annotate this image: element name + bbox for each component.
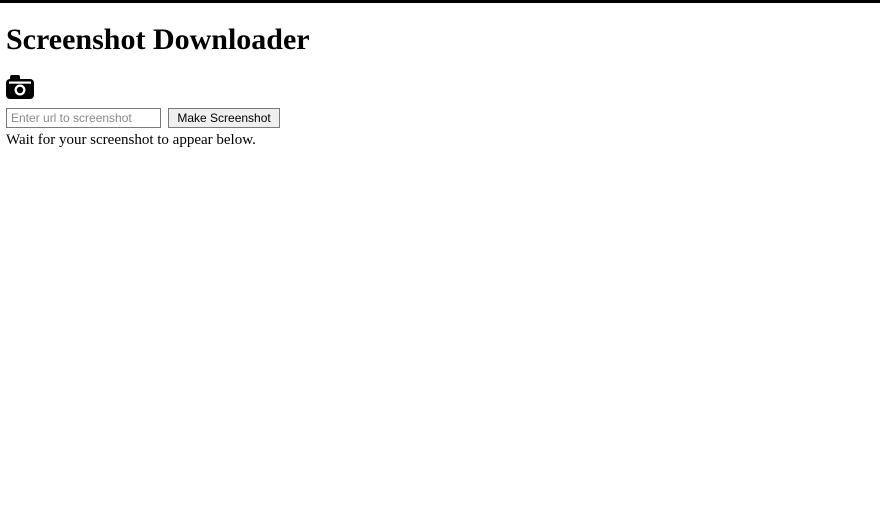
url-input[interactable] [6, 108, 161, 128]
main-content: Screenshot Downloader Make Screenshot Wa… [0, 3, 880, 149]
page-title: Screenshot Downloader [6, 23, 874, 57]
status-text: Wait for your screenshot to appear below… [6, 132, 874, 149]
screenshot-form: Make Screenshot [6, 108, 874, 128]
camera-icon [6, 75, 34, 99]
make-screenshot-button[interactable]: Make Screenshot [168, 108, 279, 128]
